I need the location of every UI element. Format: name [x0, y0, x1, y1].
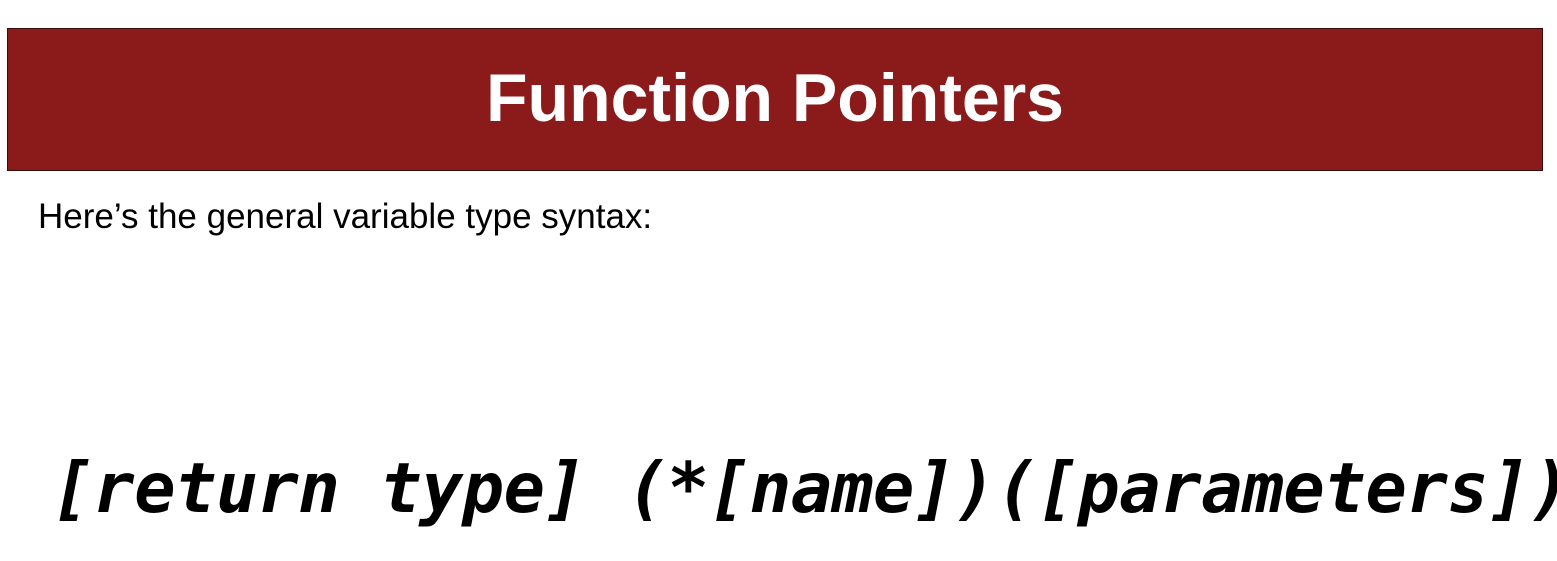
- slide: Function Pointers Here’s the general var…: [0, 0, 1557, 561]
- slide-title: Function Pointers: [486, 59, 1064, 136]
- intro-text: Here’s the general variable type syntax:: [38, 197, 653, 236]
- title-bar: Function Pointers: [7, 28, 1543, 171]
- syntax-code: [return type] (*[name])([parameters]): [52, 449, 1557, 529]
